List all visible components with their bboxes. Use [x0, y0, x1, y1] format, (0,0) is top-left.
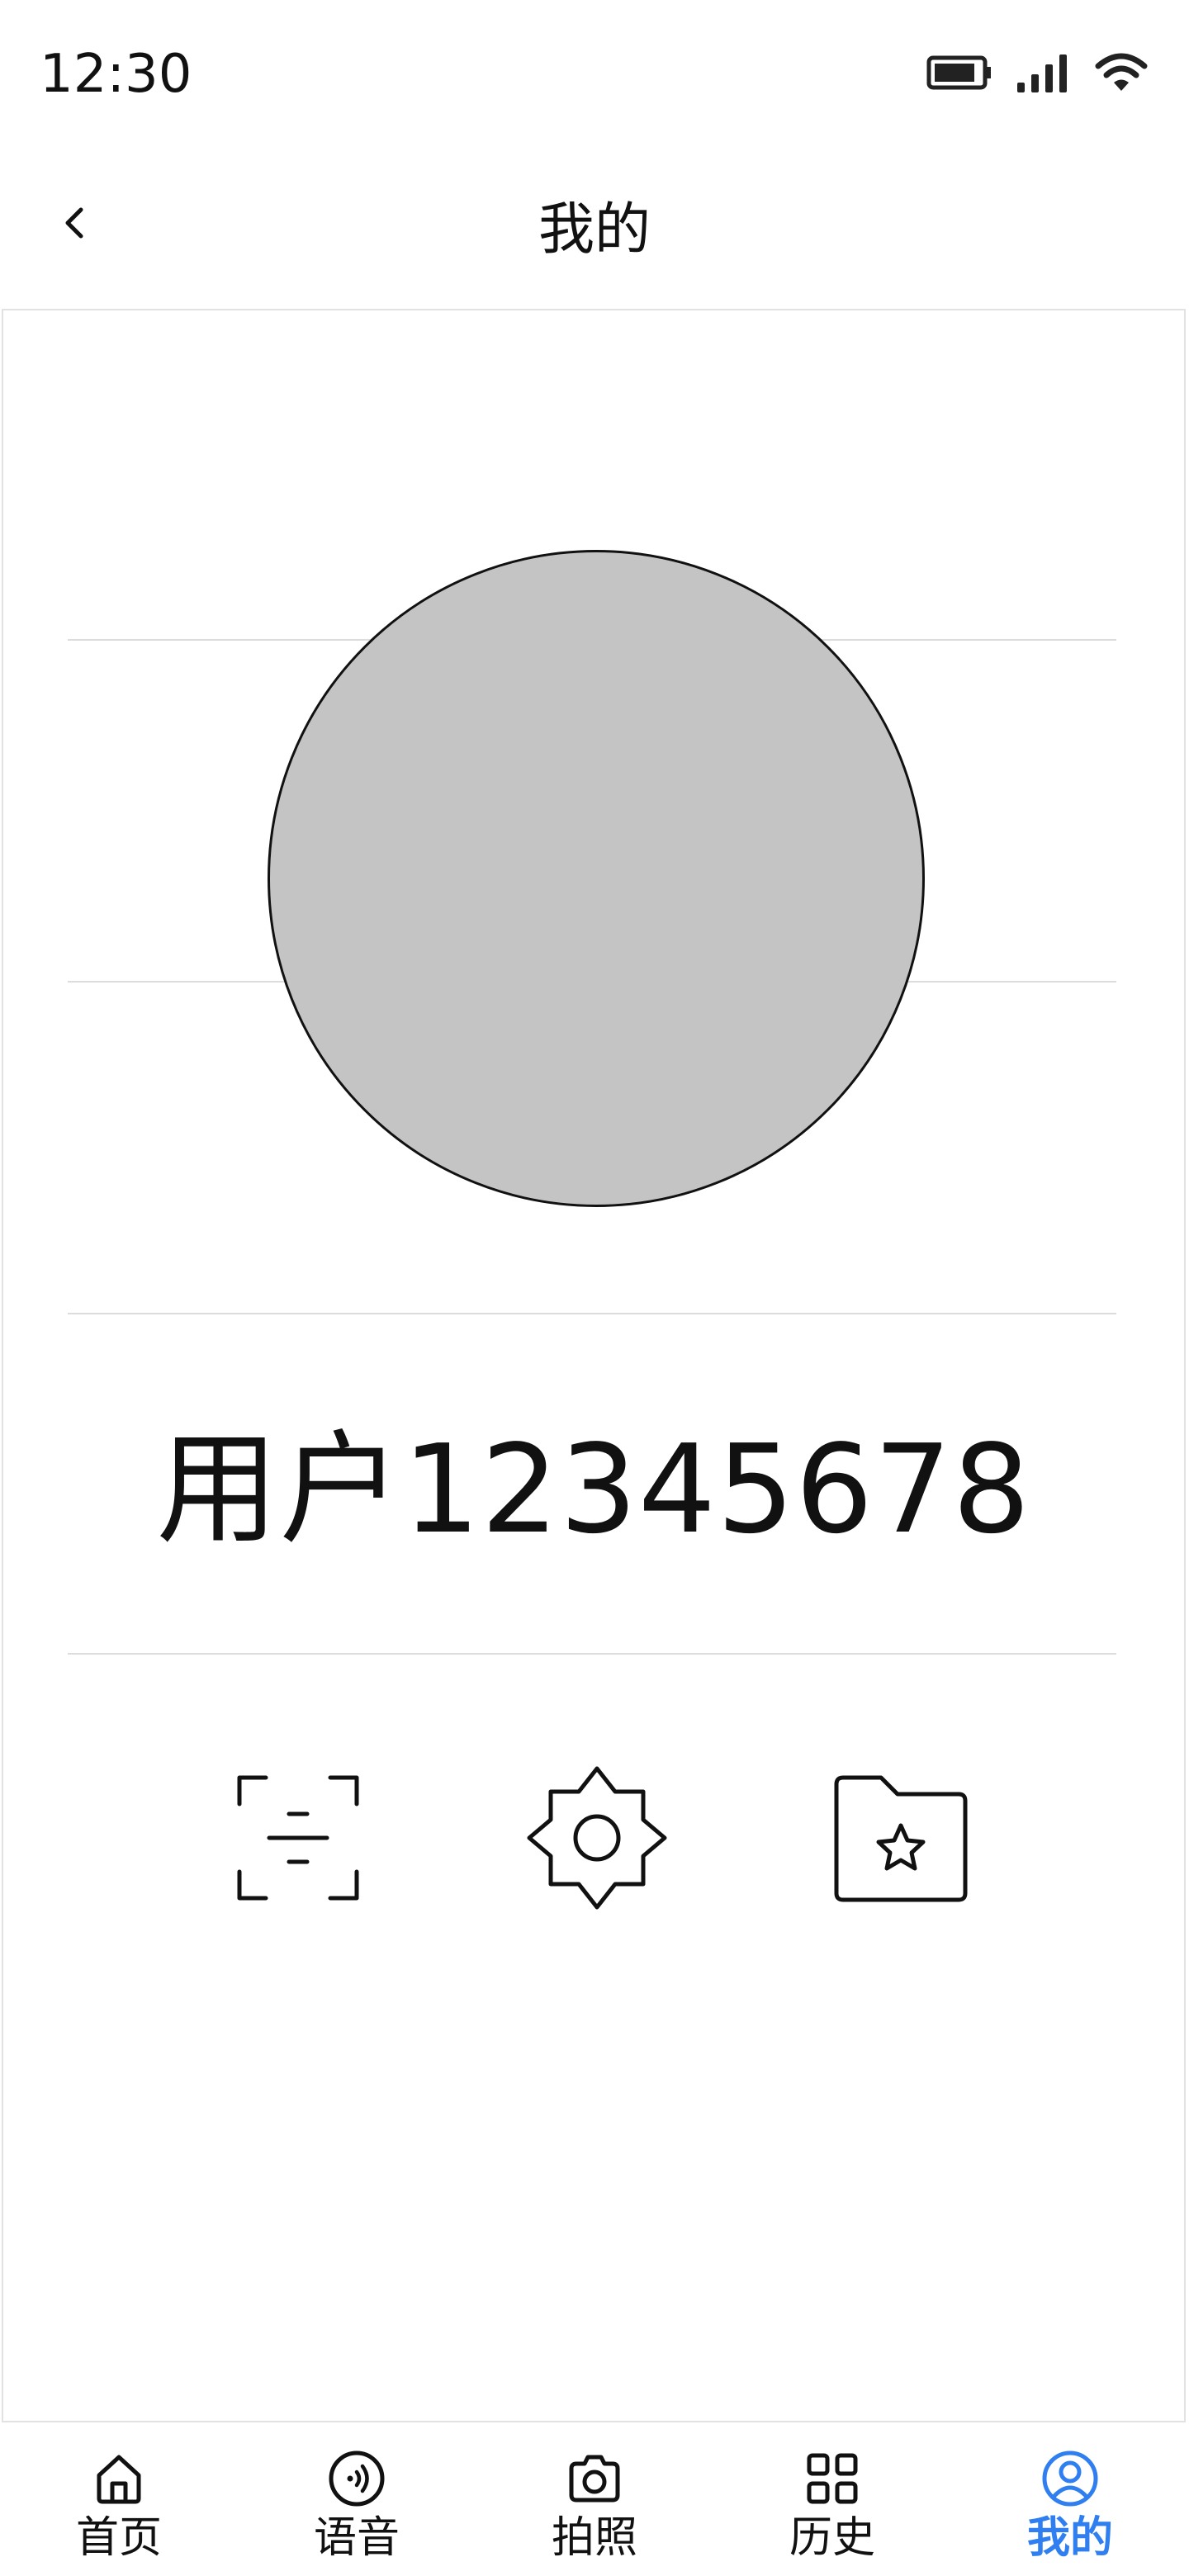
tab-bar: 首页 语音 拍照 历史 我的	[0, 2422, 1189, 2576]
avatar[interactable]	[268, 550, 925, 1207]
voice-icon	[329, 2451, 385, 2507]
action-row	[3, 1759, 1184, 1916]
profile-card: 用户12345678	[2, 309, 1186, 2422]
home-icon	[97, 2455, 141, 2504]
page-title: 我的	[538, 197, 651, 263]
scan-icon	[237, 1775, 359, 1901]
tab-label: 历史	[789, 2513, 875, 2563]
tab-label: 拍照	[551, 2513, 637, 2563]
divider	[68, 1313, 1116, 1314]
tab-label: 首页	[75, 2513, 162, 2563]
tab-label: 语音	[313, 2513, 400, 2563]
divider	[68, 1653, 1116, 1655]
username: 用户12345678	[156, 1418, 1031, 1560]
user-circle-icon	[1042, 2451, 1098, 2507]
tab-label: 我的	[1026, 2513, 1113, 2563]
status-time: 12:30	[40, 44, 192, 105]
app-header: 我的	[0, 157, 1189, 309]
signal-icon	[1017, 54, 1067, 92]
settings-button[interactable]	[519, 1759, 675, 1916]
status-bar: 12:30	[0, 0, 1189, 157]
wifi-icon	[1095, 53, 1148, 91]
tab-camera[interactable]: 拍照	[476, 2422, 713, 2576]
tab-voice[interactable]: 语音	[238, 2422, 476, 2576]
folder-star-icon	[834, 1775, 968, 1902]
grid-icon	[807, 2453, 858, 2504]
camera-icon	[569, 2455, 620, 2503]
battery-icon	[926, 55, 991, 90]
scan-button[interactable]	[220, 1759, 377, 1916]
favorites-button[interactable]	[822, 1759, 979, 1916]
tab-profile[interactable]: 我的	[951, 2422, 1189, 2576]
tab-history[interactable]: 历史	[713, 2422, 951, 2576]
status-icons	[926, 51, 1148, 94]
settings-gear-icon	[527, 1766, 667, 1910]
tab-home[interactable]: 首页	[0, 2422, 238, 2576]
